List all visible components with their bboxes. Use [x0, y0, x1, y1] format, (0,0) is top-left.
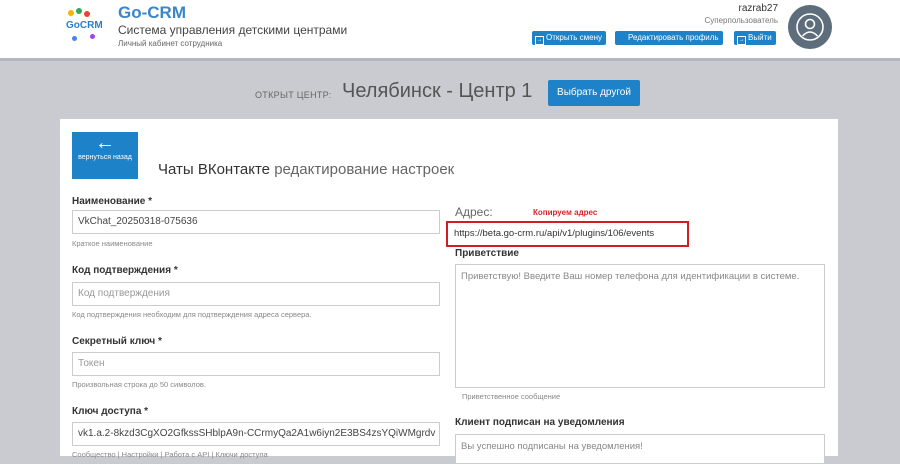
- page-title-sub: редактирование настроек: [274, 161, 455, 178]
- user-name: razrab27: [738, 3, 778, 14]
- open-center-bar: ОТКРЫТ ЦЕНТР: Челябинск - Центр 1 Выбрат…: [0, 80, 900, 106]
- logout-button[interactable]: → Выйти: [734, 31, 776, 45]
- greeting-label: Приветствие: [455, 248, 519, 259]
- logout-icon: →: [737, 36, 746, 45]
- greeting-hint: Приветственное сообщение: [462, 392, 561, 401]
- access-key-label: Ключ доступа *: [72, 406, 149, 417]
- app-subtitle-secondary: Личный кабинет сотрудника: [118, 39, 223, 48]
- subscribed-label: Клиент подписан на уведомления: [455, 417, 625, 428]
- access-key-hint: Сообщество | Настройки | Работа с API | …: [72, 450, 268, 459]
- confirmation-code-hint: Код подтверждения необходим для подтверж…: [72, 310, 312, 319]
- user-role: Суперпользователь: [704, 16, 778, 25]
- edit-profile-button[interactable]: Редактировать профиль: [615, 31, 723, 45]
- greeting-textarea[interactable]: Приветствую! Введите Ваш номер телефона …: [455, 264, 825, 388]
- back-button[interactable]: ← вернуться назад: [72, 132, 138, 179]
- confirmation-code-input[interactable]: Код подтверждения: [72, 282, 440, 306]
- user-avatar-icon: [796, 13, 824, 41]
- secret-key-input[interactable]: Токен: [72, 352, 440, 376]
- secret-key-hint: Произвольная строка до 50 символов.: [72, 380, 206, 389]
- open-shift-label: Открыть смену: [546, 33, 603, 42]
- secret-key-label: Секретный ключ *: [72, 336, 162, 347]
- choose-center-button[interactable]: Выбрать другой: [548, 80, 640, 106]
- app-subtitle: Система управления детскими центрами: [118, 23, 348, 37]
- copy-address-annotation: Копируем адрес: [533, 208, 598, 217]
- address-value[interactable]: https://beta.go-crm.ru/api/v1/plugins/10…: [446, 221, 689, 247]
- open-shift-button[interactable]: → Открыть смену: [532, 31, 607, 45]
- logo[interactable]: GoCRM: [64, 8, 108, 44]
- logo-text: GoCRM: [66, 20, 103, 31]
- back-button-label: вернуться назад: [78, 154, 132, 161]
- header-divider: [0, 58, 900, 61]
- open-center-name: Челябинск - Центр 1: [342, 80, 533, 102]
- avatar[interactable]: [788, 5, 832, 49]
- page-title: Чаты ВКонтакте редактирование настроек: [158, 161, 454, 178]
- open-shift-icon: →: [535, 36, 544, 45]
- name-label: Наименование *: [72, 196, 153, 207]
- edit-profile-label: Редактировать профиль: [628, 33, 719, 42]
- name-input[interactable]: VkChat_20250318-075636: [72, 210, 440, 234]
- app-title[interactable]: Go-CRM: [118, 3, 186, 23]
- access-key-input[interactable]: vk1.a.2-8kzd3CgXO2GfkssSHblpA9n-CCrmyQa2…: [72, 422, 440, 446]
- confirmation-code-label: Код подтверждения *: [72, 265, 178, 276]
- subscribed-textarea[interactable]: Вы успешно подписаны на уведомления!: [455, 434, 825, 464]
- address-label: Адрес:: [455, 205, 493, 219]
- app-header: GoCRM Go-CRM Система управления детскими…: [0, 0, 900, 58]
- page-title-main: Чаты ВКонтакте: [158, 161, 271, 178]
- name-hint: Краткое наименование: [72, 239, 153, 248]
- arrow-left-icon: ←: [95, 132, 115, 154]
- settings-card: ← вернуться назад Чаты ВКонтакте редакти…: [60, 119, 838, 464]
- logout-label: Выйти: [748, 33, 772, 42]
- open-center-label: ОТКРЫТ ЦЕНТР:: [255, 90, 332, 100]
